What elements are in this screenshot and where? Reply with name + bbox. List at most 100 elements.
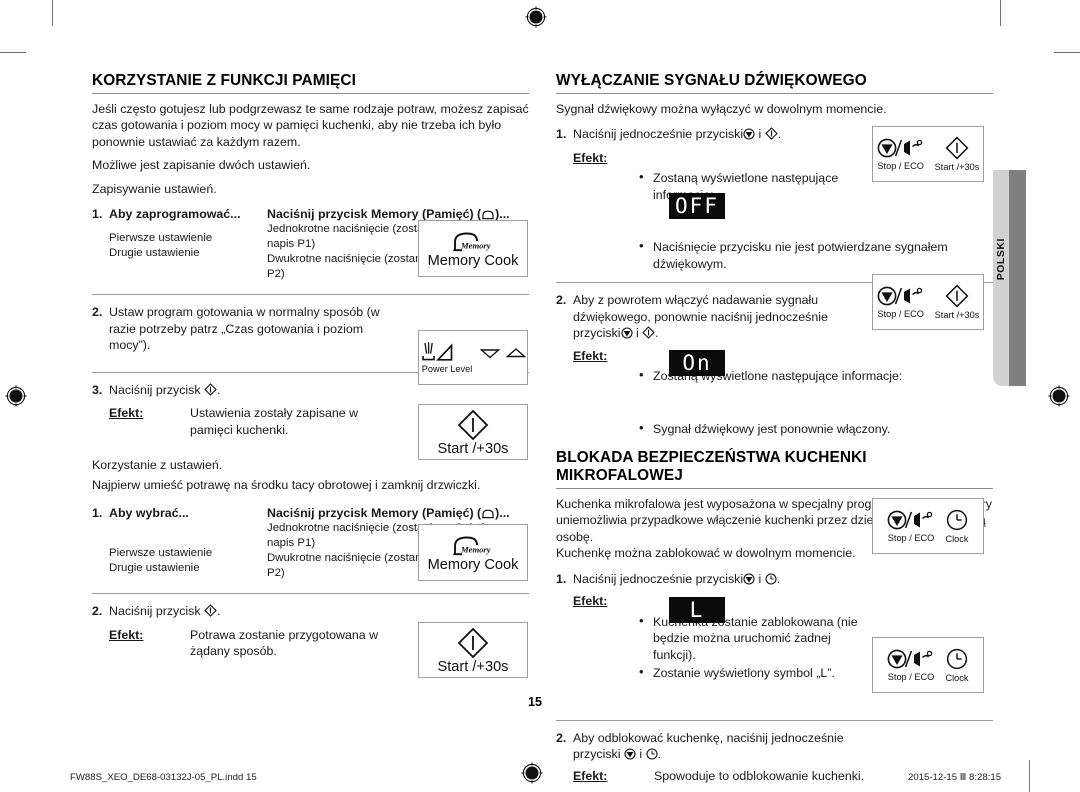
svg-text:Memory: Memory: [460, 544, 491, 554]
memory-button-inline-icon: [482, 509, 494, 519]
step-number: 3.: [92, 382, 103, 397]
sound-step1-text-pre: Naciśnij jednocześnie przyciski: [573, 127, 744, 142]
memory-step3-text-post: .: [217, 382, 221, 397]
registration-mark-bottom: [521, 762, 543, 784]
svg-text:Memory: Memory: [460, 240, 491, 250]
memory-step3-text-pre: Naciśnij przycisk: [109, 382, 205, 397]
step-number: 2.: [556, 293, 567, 308]
lock-step1-text-post: .: [776, 571, 781, 586]
stop-eco-caption: Stop / ECO: [887, 671, 935, 682]
clock-button-inline-icon: [646, 748, 658, 760]
step-number: 1.: [92, 506, 103, 521]
registration-mark-right: [1048, 385, 1070, 407]
start-button-inline-icon: [764, 127, 778, 140]
clock-icon: [946, 509, 968, 530]
lock-step2-text-post: .: [657, 747, 662, 762]
divider: [92, 593, 529, 595]
divider: [92, 294, 529, 296]
footer-timestamp: 2015-12-15 Ⅲ 8:28:15: [908, 772, 1002, 783]
page-title-child-lock: BLOKADA BEZPIECZEŃSTWA KUCHENKI MIKROFAL…: [556, 449, 993, 489]
efekt-label: Efekt:: [573, 768, 608, 783]
start-button-illustration-use[interactable]: Start /+30s: [418, 622, 528, 678]
language-side-tab: POLSKI: [993, 170, 1026, 386]
page-title-memory: KORZYSTANIE Z FUNKCJI PAMIĘCI: [92, 72, 529, 94]
sound-intro-paragraph: Sygnał dźwiękowy można wyłączyć w dowoln…: [556, 101, 887, 116]
start-caption: Start /+30s: [934, 161, 980, 172]
stop-eco-clock-button-illustration-unlock[interactable]: Stop / ECO Clock: [872, 637, 984, 693]
efekt-label: Efekt:: [109, 627, 144, 642]
memory-step1-row1-setting: Pierwsze ustawienie: [109, 232, 213, 245]
lock-step2-text-mid: i: [635, 747, 646, 762]
chevron-up-icon[interactable]: [506, 347, 526, 359]
memory-use-label-2: Najpierw umieść potrawę na środku tacy o…: [92, 477, 481, 492]
efekt-label: Efekt:: [109, 406, 144, 421]
step-number: 2.: [92, 305, 103, 320]
stop-eco-icon: [877, 138, 922, 157]
side-tab-dark-strip: [1009, 170, 1026, 386]
sound-step2-text-post: .: [655, 326, 659, 341]
efekt-label: Efekt:: [573, 348, 608, 363]
stop-eco-start-button-illustration-sound-on[interactable]: Stop / ECO Start /+30s: [872, 274, 984, 330]
stop-eco-caption: Stop / ECO: [887, 532, 935, 543]
clock-caption: Clock: [945, 533, 969, 544]
clock-caption: Clock: [945, 672, 969, 683]
lock-step1-text-pre: Naciśnij jednocześnie przyciski: [573, 571, 744, 586]
memory-use-step1-col2-heading-tail: )...: [495, 506, 510, 521]
step-number: 1.: [556, 127, 567, 142]
stop-eco-icon: [887, 510, 933, 529]
chevron-down-icon[interactable]: [480, 347, 500, 359]
stop-eco-clock-button-illustration-lock[interactable]: Stop / ECO Clock: [872, 498, 984, 554]
step-number: 2.: [92, 604, 103, 619]
memory-button-inline-icon: [482, 210, 494, 220]
stop-eco-caption: Stop / ECO: [877, 308, 924, 319]
efekt-label: Efekt:: [573, 594, 608, 609]
sound-step1-text-post: .: [777, 127, 782, 142]
display-off-text: OFF: [675, 193, 719, 218]
sound-step1-text-mid: i: [755, 127, 765, 142]
clock-icon: [946, 648, 968, 669]
start-caption: Start /+30s: [437, 659, 509, 675]
memory-cook-button-illustration-use[interactable]: Memory Memory Cook: [418, 524, 528, 581]
start-button-inline-icon: [204, 382, 217, 396]
registration-mark-left: [5, 385, 27, 407]
divider: [556, 719, 993, 721]
stop-eco-icon: [877, 286, 922, 305]
page-title-sound: WYŁĄCZANIE SYGNAŁU DŹWIĘKOWEGO: [556, 72, 993, 94]
sound-step2-text-mid: i: [632, 326, 643, 341]
stop-eco-icon: [887, 649, 933, 668]
lock-step1-text: Naciśnij jednocześnie przyciski i .: [573, 571, 993, 588]
memory-use-step1-col2-heading: Naciśnij przycisk Memory (Pamięć) ()...: [267, 505, 529, 521]
display-lock-text: L: [689, 597, 705, 622]
memory-use-step1-row1-setting: Pierwsze ustawienie: [109, 547, 213, 560]
power-level-button-illustration[interactable]: Power Level: [418, 330, 528, 385]
sound-step2-bullet-2: Sygnał dźwiękowy jest ponownie włączony.: [636, 420, 993, 438]
memory-icon: Memory: [453, 232, 491, 251]
start-icon: [457, 409, 489, 441]
memory-step2-text: Ustaw program gotowania w normalny sposó…: [109, 305, 380, 353]
display-lock: L: [669, 597, 725, 623]
memory-cook-caption: Memory Cook: [427, 556, 519, 573]
memory-use-step2-text: Naciśnij przycisk .: [109, 603, 529, 620]
stop-eco-caption: Stop / ECO: [877, 160, 924, 171]
start-caption: Start /+30s: [934, 309, 980, 320]
lock-step1-text-mid: i: [755, 571, 765, 586]
memory-intro-paragraph: Jeśli często gotujesz lub podgrzewasz te…: [92, 101, 529, 149]
start-icon: [945, 284, 969, 307]
memory-use-step2-text-post: .: [217, 604, 221, 619]
memory-cook-button-illustration-save[interactable]: Memory Memory Cook: [418, 220, 528, 277]
memory-icon: Memory: [453, 536, 491, 555]
start-button-illustration-save[interactable]: Start /+30s: [418, 404, 528, 460]
display-on-text: On: [682, 350, 712, 375]
page-number: 15: [528, 695, 543, 709]
memory-use-step2-text-pre: Naciśnij przycisk: [109, 604, 205, 619]
lock-step2-text: Aby odblokować kuchenkę, naciśnij jednoc…: [573, 730, 865, 763]
sound-step1-bullet-2: Naciśnięcie przycisku nie jest potwierdz…: [636, 238, 953, 272]
start-button-inline-icon: [204, 604, 217, 617]
sound-step2-text: Aby z powrotem włączyć nadawanie sygnału…: [573, 292, 855, 342]
footer-filename: FW88S_XEO_DE68-03132J-05_PL.indd 15: [70, 772, 257, 783]
memory-save-label: Zapisywanie ustawień.: [92, 181, 217, 196]
power-level-caption: Power Level: [421, 364, 473, 374]
stop-button-inline-icon: [624, 748, 636, 760]
memory-use-step2-efekt-text: Potrawa zostanie przygotowana w żądany s…: [190, 627, 379, 659]
stop-eco-start-button-illustration-sound-off[interactable]: Stop / ECO Start /+30s: [872, 126, 984, 182]
